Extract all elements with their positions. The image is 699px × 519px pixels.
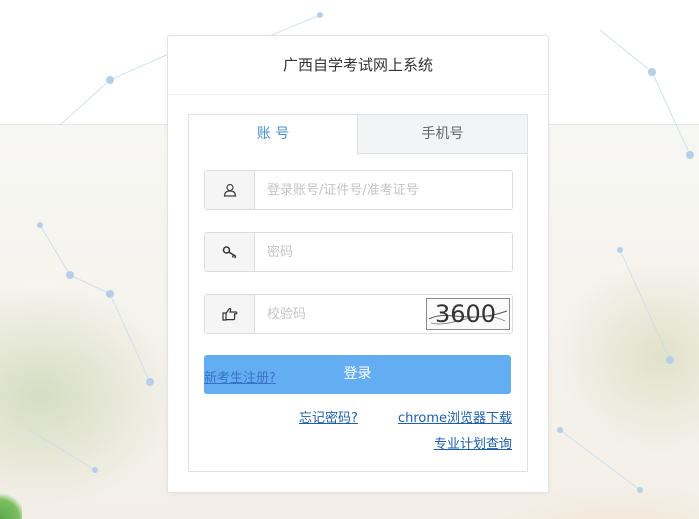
user-icon (205, 171, 255, 209)
register-link[interactable]: 新考生注册? (204, 367, 276, 386)
login-tabs: 账 号 手机号 (189, 115, 527, 154)
tab-phone[interactable]: 手机号 (357, 115, 527, 154)
hand-pointer-icon (205, 295, 255, 333)
tab-account[interactable]: 账 号 (189, 115, 357, 154)
captcha-text: 3600 (435, 300, 497, 328)
account-input[interactable] (267, 171, 467, 209)
password-input[interactable] (267, 233, 467, 271)
captcha-image[interactable]: 3600 (426, 298, 510, 330)
password-field (204, 232, 513, 272)
plan-query-link[interactable]: 专业计划查询 (434, 433, 512, 452)
forgot-password-link[interactable]: 忘记密码? (299, 407, 358, 426)
login-panel: 账 号 手机号 登录账号/证件号/准考证号 校验码 3600 登录 新考生注册?… (188, 114, 528, 472)
captcha-field: 3600 (204, 294, 513, 334)
account-field (204, 170, 513, 210)
key-icon (205, 233, 255, 271)
chrome-download-link[interactable]: chrome浏览器下载 (398, 407, 512, 426)
leaf-decoration (0, 492, 22, 519)
login-card: 广西自学考试网上系统 账 号 手机号 登录账号/证件号/准考证号 校验码 360… (167, 35, 549, 493)
page-title: 广西自学考试网上系统 (168, 36, 548, 95)
